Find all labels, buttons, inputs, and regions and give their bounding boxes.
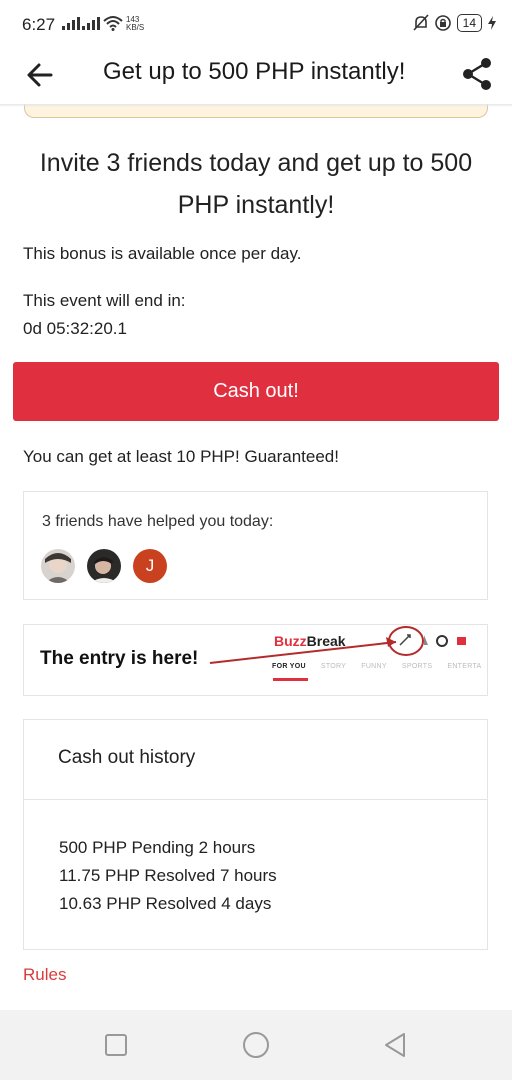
trend-icon (399, 634, 411, 646)
recents-square-icon[interactable] (100, 1029, 132, 1061)
highlight-circle (388, 626, 424, 656)
net-speed: 143 KB/S (126, 15, 145, 32)
bell-off-icon (413, 14, 429, 31)
friend-photo (87, 549, 121, 583)
gift-icon (457, 637, 466, 645)
bell-icon (424, 635, 428, 645)
entry-illustration (209, 626, 466, 664)
battery-indicator: 14 (456, 14, 482, 32)
history-item: 500 PHP Pending 2 hours (59, 838, 256, 857)
entry-hint-card: The entry is here! BuzzBreak FOR YOU STO… (23, 624, 488, 696)
history-title: Cash out history (58, 747, 196, 768)
app-bar-shadow (0, 104, 512, 107)
wifi-icon (103, 16, 123, 31)
history-list: 500 PHP Pending 2 hours 11.75 PHP Resolv… (59, 834, 277, 918)
rules-link[interactable]: Rules (23, 965, 66, 985)
avatar (87, 549, 121, 583)
system-nav-bar (0, 1010, 512, 1080)
status-bar: 6:27 143 KB/S 14 (0, 0, 512, 50)
avatar: J (133, 549, 167, 583)
globe-icon (436, 635, 448, 647)
avatar (41, 549, 75, 583)
charging-icon (488, 16, 496, 30)
promo-headline: Invite 3 friends today and get up to 500… (39, 149, 473, 219)
event-end-label: This event will end in: (23, 291, 186, 310)
friends-title: 3 friends have helped you today: (42, 513, 274, 530)
back-triangle-icon[interactable] (380, 1029, 412, 1061)
cash-out-button[interactable]: Cash out! (13, 362, 499, 421)
pointer-arrow-line (209, 641, 397, 664)
status-right: 14 (413, 14, 496, 32)
divider (24, 799, 487, 800)
page-title: Get up to 500 PHP instantly! (103, 58, 406, 85)
app-bar: Get up to 500 PHP instantly! (0, 48, 512, 104)
friends-card: 3 friends have helped you today: J (23, 491, 488, 600)
cash-out-history-card: Cash out history 500 PHP Pending 2 hours… (23, 719, 488, 950)
arrow-left-icon[interactable] (24, 58, 58, 92)
pointer-arrow-head-icon (386, 637, 396, 647)
friend-photo (41, 549, 75, 583)
countdown-timer: 0d 05:32:20.1 (23, 319, 127, 338)
status-time: 6:27 (22, 15, 56, 34)
home-circle-icon[interactable] (240, 1029, 272, 1061)
bonus-note: This bonus is available once per day. (23, 244, 302, 263)
signal-icon (62, 17, 80, 30)
guarantee-text: You can get at least 10 PHP! Guaranteed! (23, 447, 339, 466)
history-item: 11.75 PHP Resolved 7 hours (59, 866, 277, 885)
lock-rotation-icon (434, 15, 451, 31)
signal-icon (82, 17, 100, 30)
history-item: 10.63 PHP Resolved 4 days (59, 894, 272, 913)
share-icon[interactable] (460, 56, 494, 92)
